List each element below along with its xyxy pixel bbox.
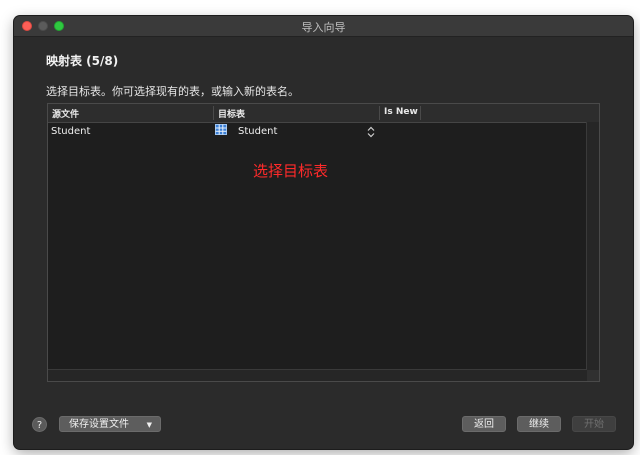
save-settings-label: 保存设置文件 [69, 419, 129, 430]
annotation-label: 选择目标表 [253, 162, 329, 180]
caret-down-icon: ▼ [146, 421, 152, 429]
column-divider[interactable] [213, 106, 214, 120]
column-divider[interactable] [420, 106, 421, 120]
up-down-chevron-icon[interactable] [367, 126, 375, 138]
back-button[interactable]: 返回 [462, 416, 506, 432]
instruction-text: 选择目标表。你可选择现有的表，或输入新的表名。 [46, 85, 299, 98]
import-wizard-window: 导入向导 映射表 (5/8) 选择目标表。你可选择现有的表，或输入新的表名。 源… [14, 16, 633, 449]
start-button[interactable]: 开始 [572, 416, 616, 432]
column-header-is-new[interactable]: Is New [384, 107, 418, 117]
column-header-target[interactable]: 目标表 [218, 107, 245, 120]
continue-button[interactable]: 继续 [517, 416, 561, 432]
scroll-corner [587, 370, 599, 381]
table-header: 源文件 目标表 Is New [48, 104, 599, 123]
horizontal-scrollbar[interactable] [48, 369, 587, 381]
mapping-table: 源文件 目标表 Is New Student Student 选择目标表 [47, 103, 600, 382]
save-settings-button[interactable]: 保存设置文件 ▼ [59, 416, 161, 432]
target-table-select[interactable]: Student [238, 126, 277, 137]
step-title: 映射表 (5/8) [46, 54, 119, 68]
column-divider[interactable] [379, 106, 380, 120]
window-title: 导入向导 [301, 21, 346, 34]
table-icon [215, 124, 227, 135]
vertical-scrollbar[interactable] [586, 122, 599, 381]
title-bar: 导入向导 [14, 16, 633, 37]
column-header-source[interactable]: 源文件 [52, 107, 79, 120]
source-file-cell: Student [51, 126, 91, 137]
help-button[interactable]: ? [32, 417, 47, 432]
